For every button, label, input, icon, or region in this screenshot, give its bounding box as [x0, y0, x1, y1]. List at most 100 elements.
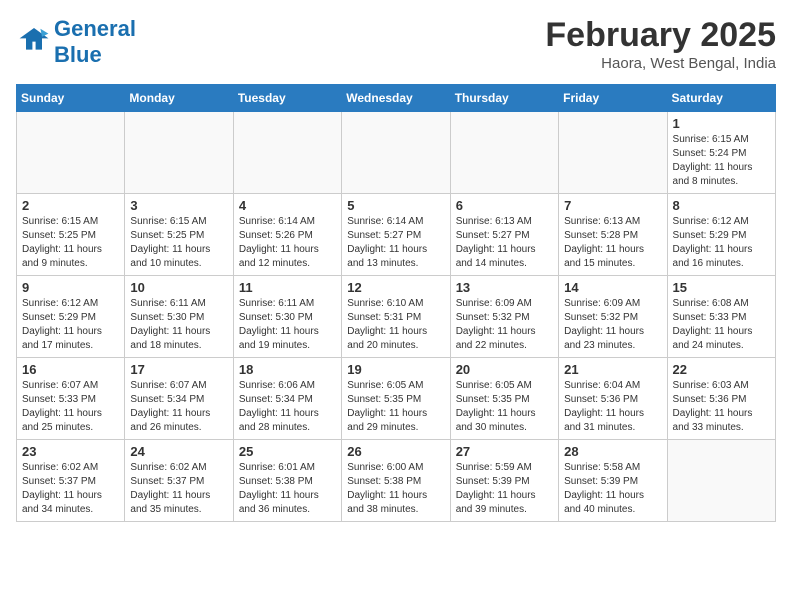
calendar-week-row: 2 Sunrise: 6:15 AM Sunset: 5:25 PM Daylig… — [17, 194, 776, 276]
day-number: 17 — [130, 362, 227, 377]
calendar-day-header: Thursday — [450, 85, 558, 112]
day-number: 27 — [456, 444, 553, 459]
day-info: Sunrise: 6:09 AM Sunset: 5:32 PM Dayligh… — [564, 297, 661, 353]
calendar-cell — [125, 112, 233, 194]
calendar-cell: 16 Sunrise: 6:07 AM Sunset: 5:33 PM Dayli… — [17, 358, 125, 440]
day-info: Sunrise: 6:00 AM Sunset: 5:38 PM Dayligh… — [347, 461, 444, 517]
day-info: Sunrise: 6:13 AM Sunset: 5:27 PM Dayligh… — [456, 215, 553, 271]
logo-bird-icon — [18, 24, 50, 56]
calendar-cell: 1Sunrise: 6:15 AM Sunset: 5:24 PM Daylig… — [667, 112, 775, 194]
day-info: Sunrise: 6:12 AM Sunset: 5:29 PM Dayligh… — [673, 215, 770, 271]
day-number: 24 — [130, 444, 227, 459]
logo: General Blue — [16, 16, 136, 68]
calendar-week-row: 23Sunrise: 6:02 AM Sunset: 5:37 PM Dayli… — [17, 440, 776, 522]
calendar-header-row: SundayMondayTuesdayWednesdayThursdayFrid… — [17, 85, 776, 112]
calendar-cell: 9Sunrise: 6:12 AM Sunset: 5:29 PM Daylig… — [17, 276, 125, 358]
calendar-cell: 12 Sunrise: 6:10 AM Sunset: 5:31 PM Dayli… — [342, 276, 450, 358]
day-info: Sunrise: 6:05 AM Sunset: 5:35 PM Dayligh… — [456, 379, 553, 435]
calendar-day-header: Tuesday — [233, 85, 341, 112]
location: Haora, West Bengal, India — [545, 55, 776, 72]
day-number: 6 — [456, 198, 553, 213]
day-info: Sunrise: 6:11 AM Sunset: 5:30 PM Dayligh… — [239, 297, 336, 353]
calendar-cell: 11 Sunrise: 6:11 AM Sunset: 5:30 PM Dayli… — [233, 276, 341, 358]
calendar-cell: 19 Sunrise: 6:05 AM Sunset: 5:35 PM Dayli… — [342, 358, 450, 440]
calendar-day-header: Monday — [125, 85, 233, 112]
calendar-day-header: Wednesday — [342, 85, 450, 112]
day-number: 2 — [22, 198, 119, 213]
calendar-cell: 6 Sunrise: 6:13 AM Sunset: 5:27 PM Daylig… — [450, 194, 558, 276]
day-info: Sunrise: 6:14 AM Sunset: 5:26 PM Dayligh… — [239, 215, 336, 271]
day-info: Sunrise: 5:58 AM Sunset: 5:39 PM Dayligh… — [564, 461, 661, 517]
day-info: Sunrise: 6:09 AM Sunset: 5:32 PM Dayligh… — [456, 297, 553, 353]
day-number: 3 — [130, 198, 227, 213]
calendar-cell — [667, 440, 775, 522]
day-info: Sunrise: 6:12 AM Sunset: 5:29 PM Dayligh… — [22, 297, 119, 353]
calendar-cell — [450, 112, 558, 194]
day-info: Sunrise: 6:04 AM Sunset: 5:36 PM Dayligh… — [564, 379, 661, 435]
day-number: 18 — [239, 362, 336, 377]
calendar-day-header: Sunday — [17, 85, 125, 112]
day-info: Sunrise: 5:59 AM Sunset: 5:39 PM Dayligh… — [456, 461, 553, 517]
day-number: 4 — [239, 198, 336, 213]
day-number: 25 — [239, 444, 336, 459]
day-number: 7 — [564, 198, 661, 213]
calendar-cell: 27 Sunrise: 5:59 AM Sunset: 5:39 PM Dayli… — [450, 440, 558, 522]
day-number: 12 — [347, 280, 444, 295]
day-number: 8 — [673, 198, 770, 213]
calendar-cell — [17, 112, 125, 194]
calendar-day-header: Friday — [559, 85, 667, 112]
calendar-cell: 24 Sunrise: 6:02 AM Sunset: 5:37 PM Dayli… — [125, 440, 233, 522]
day-info: Sunrise: 6:07 AM Sunset: 5:34 PM Dayligh… — [130, 379, 227, 435]
calendar-cell — [233, 112, 341, 194]
day-info: Sunrise: 6:14 AM Sunset: 5:27 PM Dayligh… — [347, 215, 444, 271]
calendar-cell: 13 Sunrise: 6:09 AM Sunset: 5:32 PM Dayli… — [450, 276, 558, 358]
day-number: 1 — [673, 116, 770, 131]
calendar-cell: 21Sunrise: 6:04 AM Sunset: 5:36 PM Dayli… — [559, 358, 667, 440]
day-number: 19 — [347, 362, 444, 377]
day-info: Sunrise: 6:07 AM Sunset: 5:33 PM Dayligh… — [22, 379, 119, 435]
calendar-cell: 4 Sunrise: 6:14 AM Sunset: 5:26 PM Daylig… — [233, 194, 341, 276]
calendar-cell: 28 Sunrise: 5:58 AM Sunset: 5:39 PM Dayli… — [559, 440, 667, 522]
calendar-cell: 10 Sunrise: 6:11 AM Sunset: 5:30 PM Dayli… — [125, 276, 233, 358]
calendar-cell: 2 Sunrise: 6:15 AM Sunset: 5:25 PM Daylig… — [17, 194, 125, 276]
calendar-cell: 22 Sunrise: 6:03 AM Sunset: 5:36 PM Dayli… — [667, 358, 775, 440]
day-info: Sunrise: 6:02 AM Sunset: 5:37 PM Dayligh… — [130, 461, 227, 517]
day-number: 20 — [456, 362, 553, 377]
day-number: 14 — [564, 280, 661, 295]
calendar-cell — [342, 112, 450, 194]
calendar-cell: 18 Sunrise: 6:06 AM Sunset: 5:34 PM Dayli… — [233, 358, 341, 440]
day-info: Sunrise: 6:13 AM Sunset: 5:28 PM Dayligh… — [564, 215, 661, 271]
calendar-week-row: 9Sunrise: 6:12 AM Sunset: 5:29 PM Daylig… — [17, 276, 776, 358]
day-info: Sunrise: 6:15 AM Sunset: 5:25 PM Dayligh… — [130, 215, 227, 271]
day-number: 10 — [130, 280, 227, 295]
calendar-cell: 20 Sunrise: 6:05 AM Sunset: 5:35 PM Dayli… — [450, 358, 558, 440]
calendar-cell: 8 Sunrise: 6:12 AM Sunset: 5:29 PM Daylig… — [667, 194, 775, 276]
month-title: February 2025 — [545, 16, 776, 55]
logo-text: General Blue — [54, 16, 136, 68]
day-info: Sunrise: 6:10 AM Sunset: 5:31 PM Dayligh… — [347, 297, 444, 353]
day-number: 16 — [22, 362, 119, 377]
day-number: 13 — [456, 280, 553, 295]
calendar-week-row: 16 Sunrise: 6:07 AM Sunset: 5:33 PM Dayli… — [17, 358, 776, 440]
calendar-cell: 5 Sunrise: 6:14 AM Sunset: 5:27 PM Daylig… — [342, 194, 450, 276]
day-number: 15 — [673, 280, 770, 295]
page-header: General Blue February 2025 Haora, West B… — [16, 16, 776, 72]
day-info: Sunrise: 6:11 AM Sunset: 5:30 PM Dayligh… — [130, 297, 227, 353]
day-info: Sunrise: 6:06 AM Sunset: 5:34 PM Dayligh… — [239, 379, 336, 435]
day-info: Sunrise: 6:15 AM Sunset: 5:25 PM Dayligh… — [22, 215, 119, 271]
day-info: Sunrise: 6:03 AM Sunset: 5:36 PM Dayligh… — [673, 379, 770, 435]
day-info: Sunrise: 6:01 AM Sunset: 5:38 PM Dayligh… — [239, 461, 336, 517]
calendar-cell: 25 Sunrise: 6:01 AM Sunset: 5:38 PM Dayli… — [233, 440, 341, 522]
day-number: 22 — [673, 362, 770, 377]
calendar-cell: 14 Sunrise: 6:09 AM Sunset: 5:32 PM Dayli… — [559, 276, 667, 358]
day-number: 11 — [239, 280, 336, 295]
day-number: 5 — [347, 198, 444, 213]
calendar-cell — [559, 112, 667, 194]
day-info: Sunrise: 6:05 AM Sunset: 5:35 PM Dayligh… — [347, 379, 444, 435]
calendar-cell: 23Sunrise: 6:02 AM Sunset: 5:37 PM Dayli… — [17, 440, 125, 522]
title-block: February 2025 Haora, West Bengal, India — [545, 16, 776, 72]
calendar-cell: 17 Sunrise: 6:07 AM Sunset: 5:34 PM Dayli… — [125, 358, 233, 440]
day-number: 28 — [564, 444, 661, 459]
calendar-cell: 15Sunrise: 6:08 AM Sunset: 5:33 PM Dayli… — [667, 276, 775, 358]
calendar-cell: 7 Sunrise: 6:13 AM Sunset: 5:28 PM Daylig… — [559, 194, 667, 276]
